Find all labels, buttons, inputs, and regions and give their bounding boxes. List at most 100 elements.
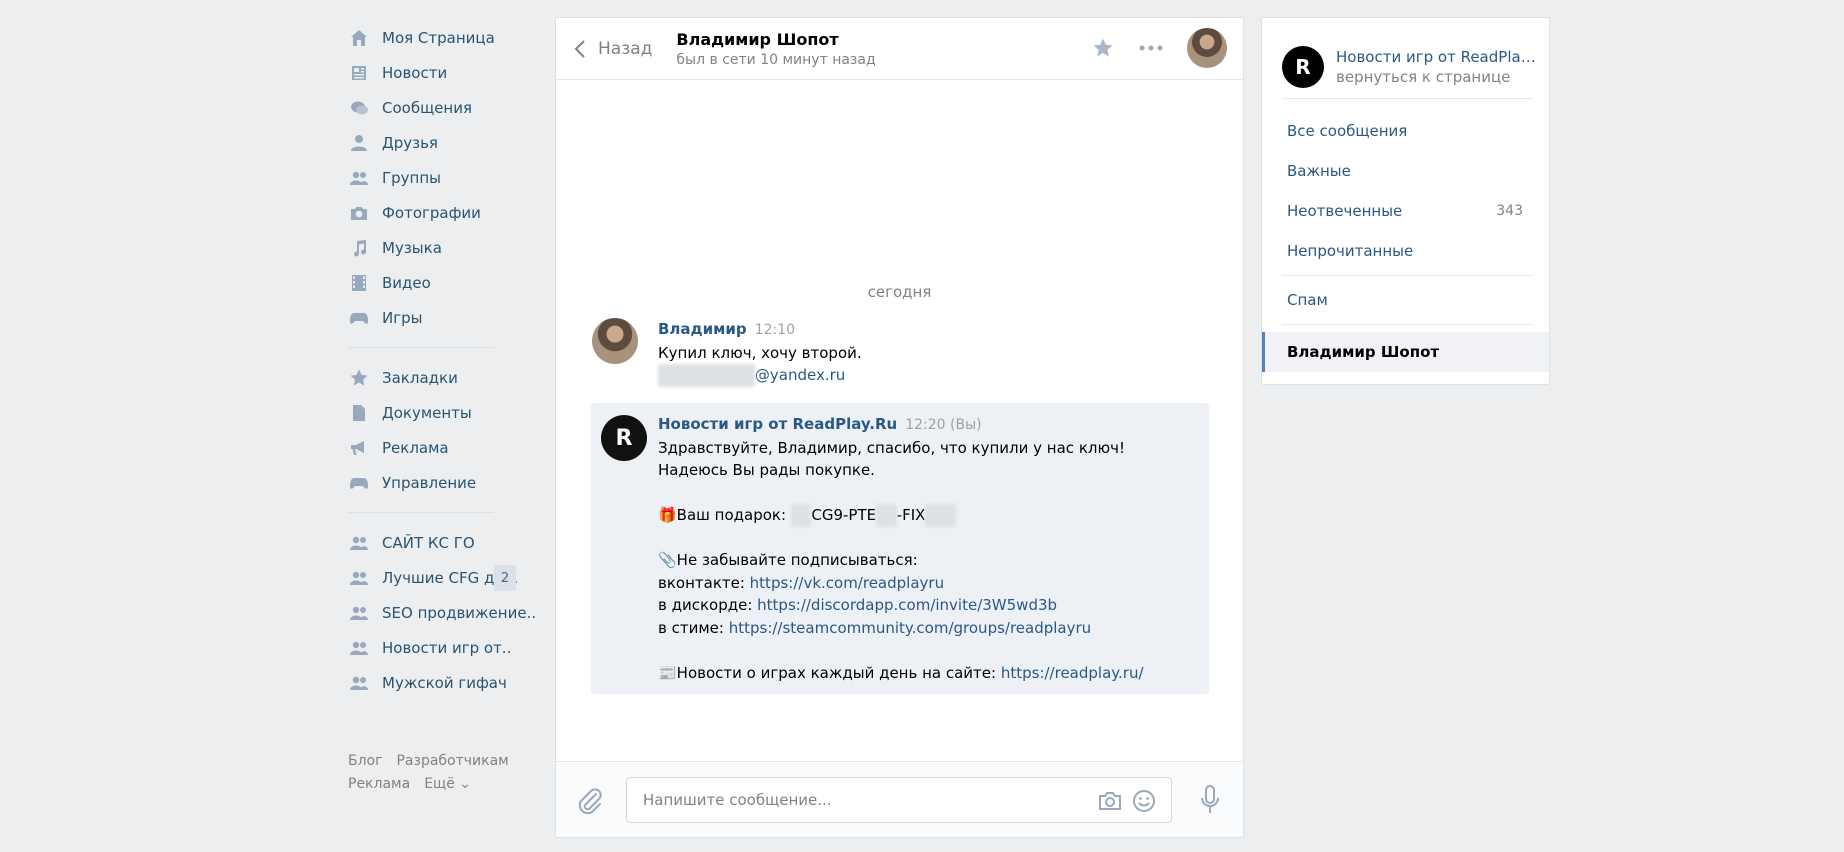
nav-divider [348, 347, 494, 348]
nav-label: Мужской гифач [382, 673, 507, 692]
nav-label: Фотографии [382, 203, 481, 222]
footer-blog-link[interactable]: Блог [348, 753, 382, 769]
gift-code-part: CG9-PTE [811, 506, 877, 524]
more-button[interactable] [1139, 36, 1163, 60]
nav-groups[interactable]: Группы [348, 160, 494, 195]
author-avatar[interactable] [592, 318, 638, 364]
document-icon [348, 402, 370, 424]
message-time: 12:10 [754, 322, 796, 338]
back-button[interactable]: Назад [572, 38, 652, 60]
message-text: 📎Не забывайте подписываться: [658, 551, 918, 569]
vk-link[interactable]: https://vk.com/readplayru [750, 574, 944, 592]
camera-icon[interactable] [1097, 788, 1123, 814]
conversation-filters-panel: R Новости игр от ReadPlay.... вернуться … [1261, 17, 1550, 385]
nav-group-csgo[interactable]: САЙТ КС ГО [348, 525, 494, 560]
message-text: Купил ключ, хочу второй. [658, 343, 862, 362]
home-icon [348, 27, 370, 49]
peer-avatar[interactable] [1187, 28, 1227, 68]
group-header[interactable]: R Новости игр от ReadPlay.... вернуться … [1262, 18, 1549, 98]
footer-more-link[interactable]: Ещё ⌄ [424, 776, 471, 792]
music-icon [348, 237, 370, 259]
nav-news[interactable]: Новости [348, 55, 494, 90]
gamepad-icon [348, 307, 370, 329]
group-avatar[interactable]: R [601, 415, 647, 461]
nav-documents[interactable]: Документы [348, 395, 494, 430]
filter-unread[interactable]: Непрочитанные [1262, 231, 1549, 271]
nav-label: Группы [382, 168, 442, 187]
message-input[interactable] [643, 778, 1073, 822]
vk-line: вконтакте: https://vk.com/readplayru [658, 572, 1209, 595]
discord-link[interactable]: https://discordapp.com/invite/3W5wd3b [757, 596, 1057, 614]
group-logo: R [1282, 46, 1324, 88]
filter-important[interactable]: Важные [1262, 151, 1549, 191]
site-link[interactable]: https://readplay.ru/ [1001, 664, 1144, 682]
nav-games[interactable]: Игры [348, 300, 494, 335]
email-link[interactable]: @yandex.ru [755, 366, 845, 384]
nav-my-page[interactable]: Моя Страница [348, 20, 495, 55]
nav-ads[interactable]: Реклама [348, 430, 494, 465]
camera-icon [348, 202, 370, 224]
nav-photos[interactable]: Фотографии [348, 195, 494, 230]
peer-name: Владимир Шопот [676, 29, 839, 49]
back-to-page-link[interactable]: вернуться к странице [1336, 68, 1536, 86]
link-label: вконтакте: [658, 573, 750, 592]
nav-video[interactable]: Видео [348, 265, 494, 300]
nav-label: Игры [382, 308, 423, 327]
filter-spam[interactable]: Спам [1262, 280, 1549, 320]
nav-label: Музыка [382, 238, 442, 257]
steam-link[interactable]: https://steamcommunity.com/groups/readpl… [729, 619, 1091, 637]
nav-label: Новости [382, 63, 448, 82]
nav-label: Реклама [382, 438, 449, 457]
left-navigation: Моя Страница Новости Сообщения Друзья Гр… [348, 20, 536, 796]
filter-unanswered[interactable]: Неотвеченные 343 [1262, 191, 1549, 231]
nav-group-cfg[interactable]: Лучшие CFG дл... 2 [348, 560, 518, 595]
star-icon [1093, 38, 1113, 57]
peer-status: был в сети 10 минут назад [676, 51, 876, 68]
message-text: Надеюсь Вы рады покупке. [658, 461, 875, 479]
blurred-text: XX [790, 504, 812, 527]
paperclip-icon[interactable] [576, 786, 604, 816]
nav-group-gif[interactable]: Мужской гифач [348, 665, 507, 700]
nav-group-news[interactable]: Новости игр от.. [348, 630, 511, 665]
message-author[interactable]: Новости игр от ReadPlay.Ru [658, 415, 897, 433]
nav-group-seo[interactable]: SEO продвижение.. [348, 595, 536, 630]
filter-label: Непрочитанные [1287, 242, 1414, 260]
message-author[interactable]: Владимир [658, 320, 747, 338]
nav-music[interactable]: Музыка [348, 230, 494, 265]
nav-messages[interactable]: Сообщения [348, 90, 494, 125]
gamepad-icon [348, 472, 370, 494]
message-text: Здравствуйте, Владимир, спасибо, что куп… [658, 438, 1125, 457]
nav-manage[interactable]: Управление [348, 465, 494, 500]
gift-line: 🎁Ваш подарок: XXCG9-PTEXX-FIXXXX [658, 504, 1209, 527]
emoji-icon[interactable] [1131, 788, 1157, 814]
site-line: 📰Новости о играх каждый день на сайте: h… [658, 662, 1209, 685]
favorite-button[interactable] [1091, 36, 1115, 60]
chevron-left-icon [574, 39, 585, 58]
friends-icon [348, 132, 370, 154]
footer-ads-link[interactable]: Реклама [348, 776, 410, 792]
steam-line: в стиме: https://steamcommunity.com/grou… [658, 617, 1209, 640]
filter-all[interactable]: Все сообщения [1262, 111, 1549, 151]
unanswered-count: 343 [1496, 203, 1523, 219]
peer-info[interactable]: Владимир Шопот был в сети 10 минут назад [676, 30, 875, 68]
nav-label: САЙТ КС ГО [382, 533, 475, 552]
gift-prefix: 🎁Ваш подарок: [658, 506, 791, 524]
gift-code-part: -FIX [896, 506, 926, 524]
nav-friends[interactable]: Друзья [348, 125, 494, 160]
microphone-icon[interactable] [1197, 784, 1223, 816]
nav-label: Сообщения [382, 98, 473, 117]
group-name[interactable]: Новости игр от ReadPlay.... [1336, 48, 1536, 66]
messages-icon [348, 97, 370, 119]
message-input-box [626, 777, 1172, 823]
nav-label: Документы [382, 403, 472, 422]
video-icon [348, 272, 370, 294]
nav-label: Моя Страница [382, 28, 495, 47]
footer-dev-link[interactable]: Разработчикам [396, 753, 508, 769]
back-label: Назад [598, 38, 653, 59]
nav-label: Закладки [382, 368, 458, 387]
groups-icon [348, 532, 370, 554]
nav-bookmarks[interactable]: Закладки [348, 360, 494, 395]
active-dialog-item[interactable]: Владимир Шопот [1262, 332, 1549, 372]
message-composer [556, 761, 1243, 837]
message-item-own: R Новости игр от ReadPlay.Ru 12:20 (Вы) З… [591, 403, 1209, 694]
